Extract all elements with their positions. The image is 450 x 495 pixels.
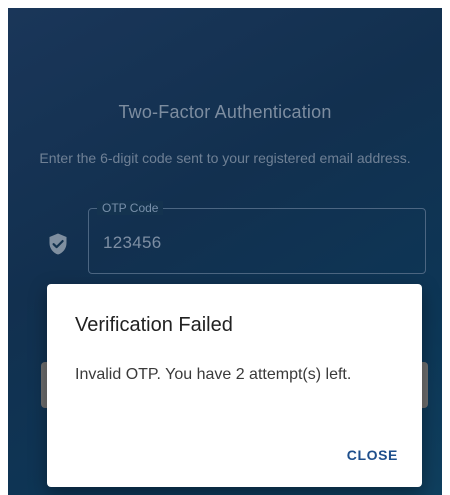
app-screen: Two-Factor Authentication Enter the 6-di… <box>8 8 442 495</box>
dialog-message: Invalid OTP. You have 2 attempt(s) left. <box>75 366 352 383</box>
dialog-title: Verification Failed <box>75 314 233 336</box>
error-dialog: Verification Failed Invalid OTP. You hav… <box>47 284 422 487</box>
close-button[interactable]: CLOSE <box>345 443 400 467</box>
